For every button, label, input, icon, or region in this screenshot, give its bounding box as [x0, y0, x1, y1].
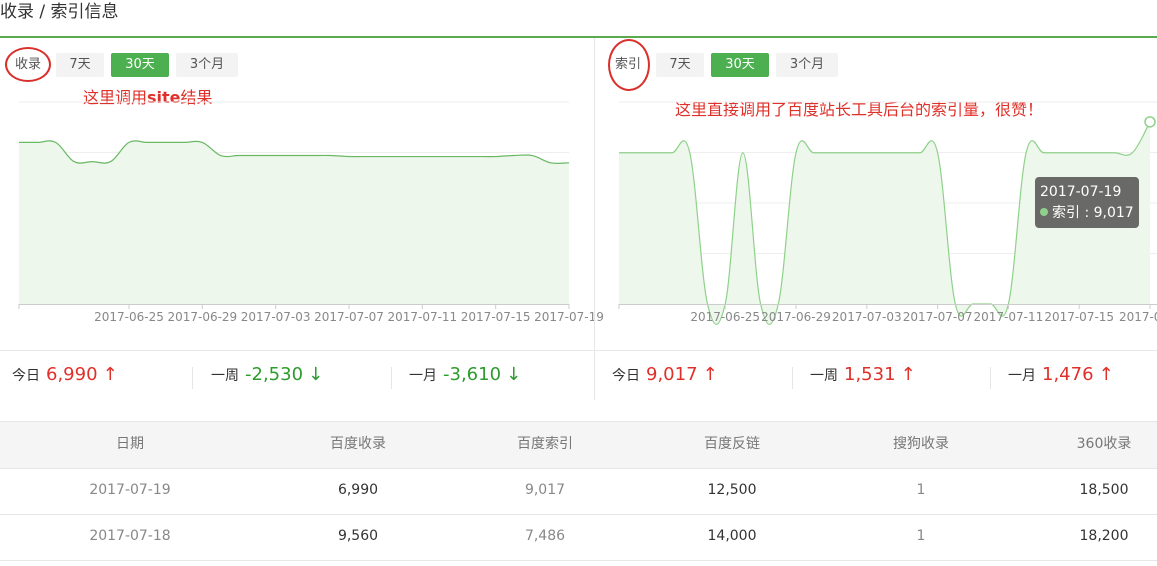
table-cell: 6,990: [337, 482, 379, 498]
x-tick-label: 2017-06-25: [94, 310, 164, 324]
column-header: 百度反链: [704, 436, 760, 452]
x-tick-label: 2017-07-03: [241, 310, 311, 324]
stat-value: 6,990: [46, 364, 98, 385]
stat-month: 一月 1,476 ↑: [1008, 351, 1114, 399]
x-tick-label: 2017-07-0: [1119, 310, 1157, 324]
series-dot-icon: [1040, 208, 1048, 216]
table-header: 日期 百度收录 百度索引 百度反链 搜狗收录 360收录: [0, 421, 1157, 469]
x-tick-label: 2017-06-29: [761, 310, 831, 324]
shoulu-chart: 2017-06-25 2017-06-29 2017-07-03 2017-07-07…: [18, 101, 604, 324]
stat-value: -3,610: [443, 364, 502, 385]
stat-month: 一月 -3,610 ↓: [409, 351, 521, 399]
stat-week: 一周 1,531 ↑: [810, 351, 916, 399]
x-tick-label: 2017-07-11: [387, 310, 457, 324]
column-header: 搜狗收录: [893, 436, 949, 452]
table-cell: 1: [916, 528, 926, 544]
arrow-up-icon: ↑: [900, 364, 916, 385]
index-panel-right: 索引 7天 30天 3个月 这里直接调用了百度站长工具后台的索引量，很赞！ 20…: [595, 38, 1157, 400]
x-tick-label: 2017-06-29: [167, 310, 237, 324]
stat-today: 今日 9,017 ↑: [612, 351, 718, 399]
column-header: 百度索引: [517, 436, 573, 452]
stats-bar-left: 今日 6,990 ↑ 一周 -2,530 ↓ 一月 -3,610 ↓: [0, 350, 594, 399]
stat-label: 今日: [12, 368, 40, 384]
page-title: 收录 / 索引信息: [0, 2, 119, 22]
column-header: 百度收录: [330, 436, 386, 452]
x-tick-label: 2017-07-15: [1044, 310, 1114, 324]
x-tick-label: 2017-07-07: [903, 310, 973, 324]
x-tick-label: 2017-07-11: [974, 310, 1044, 324]
x-tick-label: 2017-07-03: [832, 310, 902, 324]
series-area: [19, 140, 569, 304]
x-tick-label: 2017-07-15: [461, 310, 531, 324]
tooltip-value: 9,017: [1093, 205, 1134, 221]
stat-value: 1,531: [844, 364, 896, 385]
stat-divider: [192, 367, 193, 389]
arrow-up-icon: ↑: [702, 364, 718, 385]
table-row: 2017-07-18 9,560 7,486 14,000 1 18,200: [0, 514, 1157, 561]
table-cell: 14,000: [707, 528, 757, 544]
stats-bar-right: 今日 9,017 ↑ 一周 1,531 ↑ 一月 1,476 ↑: [595, 350, 1157, 399]
table-cell: 9,017: [524, 482, 566, 498]
table-cell: 18,500: [1079, 482, 1129, 498]
column-header: 日期: [116, 436, 144, 452]
table-cell: 12,500: [707, 482, 757, 498]
stat-value: 1,476: [1042, 364, 1094, 385]
table-cell: 2017-07-18: [89, 528, 171, 544]
arrow-down-icon: ↓: [506, 364, 522, 385]
stat-week: 一周 -2,530 ↓: [211, 351, 323, 399]
tooltip-row: 索引 : 9,017: [1040, 203, 1134, 224]
stat-today: 今日 6,990 ↑: [12, 351, 118, 399]
table-cell: 2017-07-19: [89, 482, 171, 498]
arrow-up-icon: ↑: [102, 364, 118, 385]
stat-label: 一周: [211, 368, 239, 384]
stat-divider: [990, 367, 991, 389]
table-cell: 18,200: [1079, 528, 1129, 544]
stat-divider: [792, 367, 793, 389]
stat-label: 一月: [1008, 368, 1036, 384]
x-tick-label: 2017-06-25: [690, 310, 760, 324]
table-row: 2017-07-19 6,990 9,017 12,500 1 18,500: [0, 468, 1157, 515]
stat-divider: [391, 367, 392, 389]
stat-value: 9,017: [646, 364, 698, 385]
table-cell: 7,486: [524, 528, 566, 544]
x-tick-label: 2017-07-07: [314, 310, 384, 324]
stat-label: 一周: [810, 368, 838, 384]
arrow-up-icon: ↑: [1098, 364, 1114, 385]
table-cell: 9,560: [337, 528, 379, 544]
chart-tooltip: 2017-07-19 索引 : 9,017: [1035, 177, 1139, 228]
stat-label: 今日: [612, 368, 640, 384]
stat-label: 一月: [409, 368, 437, 384]
arrow-down-icon: ↓: [308, 364, 324, 385]
stat-value: -2,530: [245, 364, 304, 385]
index-panel-left: 收录 7天 30天 3个月 这里调用site结果 2017-06-25 2017-…: [0, 38, 604, 400]
tooltip-date: 2017-07-19: [1040, 184, 1122, 200]
data-point[interactable]: [1144, 116, 1156, 128]
column-header: 360收录: [1076, 436, 1132, 452]
table-cell: 1: [916, 482, 926, 498]
tooltip-series: 索引: [1052, 205, 1080, 221]
